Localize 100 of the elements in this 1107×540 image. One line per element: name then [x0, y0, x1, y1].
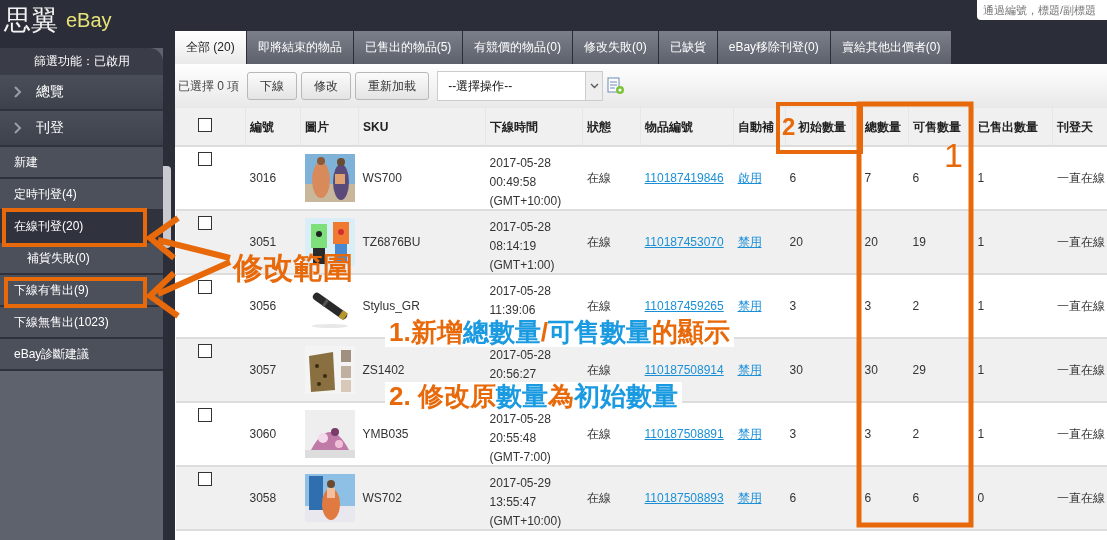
column-header: 自動補: [738, 119, 774, 134]
table-cell: 20:56:27: [489, 367, 537, 381]
toolbar-button[interactable]: 下線: [247, 72, 298, 100]
chevron-icon: [14, 86, 22, 98]
table-cell: 11:39:06: [489, 303, 536, 317]
item-link[interactable]: 110187419846: [644, 171, 724, 185]
restock-link[interactable]: 禁用: [737, 363, 762, 377]
table-cell: 6: [789, 171, 797, 185]
selection-count: 已選擇 0 項: [178, 77, 240, 95]
action-select[interactable]: --選擇操作--: [437, 71, 604, 101]
caret-icon: [589, 83, 599, 89]
table-cell: 2: [912, 427, 920, 441]
item-link[interactable]: 110187453070: [644, 235, 724, 249]
table-cell: 一直在線: [1056, 363, 1105, 377]
column-header: 編號: [250, 119, 274, 134]
tab[interactable]: eBay移除刊登(0): [717, 31, 831, 64]
table-cell: 3: [864, 427, 872, 441]
search-field[interactable]: 通過編號，標題/副標題: [977, 0, 1107, 20]
table-cell: 6: [864, 491, 872, 505]
table-cell: 在線: [586, 171, 611, 185]
item-link[interactable]: 110187459265: [644, 299, 724, 313]
table-cell: 在線: [586, 363, 611, 377]
column-header: 刊登天: [1057, 119, 1093, 134]
table-cell: 3057: [249, 363, 277, 377]
table-cell: 1: [977, 427, 985, 441]
chevron-icon: [14, 122, 22, 134]
item-link[interactable]: 110187508914: [644, 363, 724, 377]
table-cell: 一直在線: [1056, 491, 1105, 505]
sidebar-item[interactable]: 定時刊登(4): [0, 179, 163, 211]
restock-link[interactable]: 禁用: [737, 235, 762, 249]
table-cell: WS700: [362, 171, 402, 185]
table-cell: 在線: [586, 299, 611, 313]
row-checkbox[interactable]: [197, 280, 212, 294]
sidebar-item[interactable]: eBay診斷建議: [0, 339, 163, 371]
table-cell: 19: [912, 235, 926, 249]
table-cell: 29: [912, 363, 926, 377]
tab[interactable]: 全部 (20): [175, 31, 247, 64]
sidebar-item[interactable]: 總覽: [0, 75, 163, 111]
row-checkbox[interactable]: [197, 472, 212, 486]
sidebar-item[interactable]: 刊登: [0, 111, 163, 147]
tab[interactable]: 已售出的物品(5): [353, 31, 464, 64]
tab[interactable]: 賣給其他出價者(0): [830, 31, 953, 64]
table-cell: 在線: [586, 235, 611, 249]
table-cell: 2017-05-29: [489, 476, 551, 490]
row-checkbox[interactable]: [197, 344, 212, 358]
annotation-label: 修改範圍: [233, 250, 353, 286]
table-cell: 1: [977, 363, 985, 377]
table-cell: (GMT+1:00): [489, 258, 555, 272]
table-cell: 3: [864, 299, 872, 313]
item-link[interactable]: 110187508891: [644, 427, 724, 441]
restock-link[interactable]: 禁用: [737, 427, 762, 441]
tab[interactable]: 即將結束的物品: [246, 31, 354, 64]
table-cell: 20: [864, 235, 878, 249]
table-cell: 在線: [586, 491, 611, 505]
restock-link[interactable]: 啟用: [737, 171, 762, 185]
table-cell: 一直在線: [1056, 299, 1105, 313]
toolbar-button[interactable]: 重新加載: [355, 72, 430, 100]
table-cell: TZ6876BU: [362, 235, 421, 249]
table-cell: 20: [789, 235, 803, 249]
table-cell: 3: [789, 299, 797, 313]
tab[interactable]: 已缺貨: [658, 31, 718, 64]
row-checkbox[interactable]: [197, 152, 212, 166]
column-header: 圖片: [305, 119, 329, 134]
table-cell: 6: [789, 491, 797, 505]
table-cell: (GMT+10:00): [489, 514, 562, 528]
tab[interactable]: 有競價的物品(0): [463, 31, 574, 64]
table-cell: 6: [912, 171, 920, 185]
toolbar-button[interactable]: 修改: [301, 72, 352, 100]
annotation-note: 1.新增總數量/可售數量的顯示: [385, 318, 734, 347]
table-cell: 2017-05-28: [489, 412, 551, 426]
table-cell: 1: [977, 235, 985, 249]
row-checkbox[interactable]: [197, 216, 212, 230]
restock-link[interactable]: 禁用: [737, 491, 762, 505]
table-cell: 30: [864, 363, 878, 377]
table-cell: 20:55:48: [489, 431, 537, 445]
table-cell: 2017-05-28: [489, 220, 551, 234]
column-header: 可售數量: [913, 119, 961, 134]
table-cell: 3056: [249, 299, 277, 313]
select-all-checkbox[interactable]: [198, 117, 212, 132]
table-cell: (GMT+10:00): [489, 194, 562, 208]
tab[interactable]: 修改失敗(0): [573, 31, 659, 64]
sidebar-item[interactable]: 新建: [0, 147, 163, 179]
table-cell: 一直在線: [1056, 171, 1105, 185]
table-cell: (GMT-7:00): [489, 450, 551, 464]
table-cell: 在線: [586, 427, 611, 441]
restock-link[interactable]: 禁用: [737, 299, 762, 313]
table-cell: 7: [864, 171, 872, 185]
table-cell: YMB035: [362, 427, 409, 441]
table-cell: 3: [789, 427, 797, 441]
row-checkbox[interactable]: [197, 408, 212, 422]
table-cell: 6: [912, 491, 920, 505]
item-link[interactable]: 110187508893: [644, 491, 724, 505]
table-cell: WS702: [362, 491, 402, 505]
sidebar-item[interactable]: 下線無售出(1023): [0, 307, 163, 339]
column-header: 初始數量: [798, 119, 846, 134]
table-cell: 一直在線: [1056, 235, 1105, 249]
table-cell: 2017-05-28: [489, 156, 551, 170]
table-cell: 1: [977, 299, 985, 313]
logo-mark: 思翼: [4, 4, 58, 37]
resize-handle[interactable]: [163, 166, 171, 248]
